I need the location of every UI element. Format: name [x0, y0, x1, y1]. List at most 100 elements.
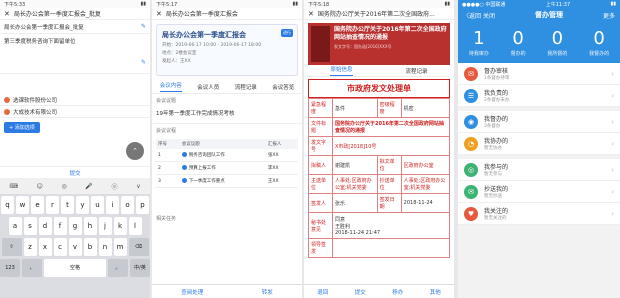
key[interactable]: r — [46, 196, 59, 214]
key[interactable]: d — [38, 217, 52, 235]
table-row: 拟稿人 谢建凯 拟文单位 区政府办公室 — [308, 155, 451, 175]
menu-item[interactable]: ♥ 我关注的 暂无关注的 › — [458, 203, 620, 225]
table-row[interactable]: 3 下一季度工作重点 王XX — [156, 174, 298, 188]
more-button[interactable]: 其他 — [430, 288, 441, 296]
tab-records[interactable]: 流程记录 — [235, 83, 257, 91]
menu-sub: 暂无参与 — [484, 172, 502, 177]
stat-item[interactable]: 0 我所督的 — [547, 28, 567, 57]
field-label: 秘书处意见 — [308, 212, 333, 239]
stat-item[interactable]: 1 待我审办 — [469, 28, 489, 57]
table-row: 紧急程度 急件 密级程度 机密 — [308, 98, 451, 118]
key[interactable]: p — [136, 196, 149, 214]
collapse-icon[interactable]: ⌃ — [126, 142, 144, 160]
chevron-right-icon: › — [611, 165, 614, 174]
key[interactable]: s — [23, 217, 37, 235]
key[interactable]: 123 — [0, 259, 20, 277]
more-button[interactable]: 更多 — [603, 11, 615, 20]
menu-item[interactable]: ✉ 督办审核 1条督办待审 › — [458, 63, 620, 85]
key[interactable]: z — [23, 238, 37, 256]
menu-item[interactable]: ◉ 我督办的 3条督办 › — [458, 111, 620, 133]
key[interactable]: c — [53, 238, 67, 256]
content-input[interactable]: 第三季度税务咨询下面留单位 ✎ — [0, 34, 150, 74]
add-option-button[interactable]: + 添加选项 — [4, 122, 40, 133]
close-icon[interactable]: ✕ — [4, 10, 10, 18]
tab-original[interactable]: 原始信息 — [330, 65, 353, 76]
view-button[interactable]: 查阅处理 — [181, 288, 203, 296]
stat-item[interactable]: 0 我督办的 — [589, 28, 609, 57]
key[interactable]: n — [98, 238, 112, 256]
key[interactable]: g — [68, 217, 82, 235]
menu-label: 抄送我的 — [484, 186, 509, 193]
edit-icon[interactable]: ✎ — [141, 59, 146, 66]
org-icon — [4, 108, 10, 115]
key[interactable]: e — [31, 196, 44, 214]
table-row[interactable]: 1 税务咨询团队工作 张XX — [156, 149, 298, 162]
status-bar: 下午5:17 ▮▮ — [152, 0, 302, 8]
field-value: 谢建凯 — [332, 155, 378, 175]
key[interactable]: f — [53, 217, 67, 235]
chevron-right-icon: › — [611, 69, 614, 78]
keyboard-icon[interactable]: ⌨ — [9, 183, 18, 190]
table-row: 秘书处意见 同意 王胜利 2018-11-24 21:47 — [308, 212, 450, 239]
menu-item[interactable]: ☰ 我负责的 2条督办未办 › — [458, 85, 620, 107]
edit-icon[interactable]: ✎ — [141, 23, 146, 30]
mic-icon[interactable]: 🎤 — [85, 183, 92, 190]
key[interactable]: o — [121, 196, 134, 214]
key[interactable]: 。 — [108, 259, 128, 277]
emoji-icon[interactable]: ☺ — [37, 183, 43, 190]
key[interactable]: q — [1, 196, 14, 214]
key[interactable]: k — [113, 217, 127, 235]
key[interactable]: 中/英 — [130, 259, 150, 277]
key[interactable]: 空格 — [44, 259, 106, 277]
nav-title: 局长办公会第一季度汇报会 — [165, 11, 238, 18]
key[interactable]: ⌫ — [128, 238, 149, 256]
field-label: 密级程度 — [376, 98, 402, 118]
title-input[interactable]: 局长办公会第一季度汇报会_批复 ✎ — [0, 20, 150, 34]
stat-item[interactable]: 0 督办的 — [511, 28, 526, 57]
key[interactable]: a — [8, 217, 22, 235]
key[interactable]: v — [68, 238, 82, 256]
tab-content[interactable]: 会议内容 — [159, 81, 182, 92]
settings-icon[interactable]: ⓔ — [112, 182, 118, 191]
key[interactable]: l — [128, 217, 142, 235]
menu-item[interactable]: ◔ 我协办的 暂无协办 › — [458, 133, 620, 155]
banner-meta: 发文字号：国办函[2016]XXX号 — [333, 44, 392, 49]
menu-item[interactable]: ◎ 我参与的 暂无参与 › — [458, 159, 620, 181]
key[interactable]: b — [83, 238, 97, 256]
menu-list: ✉ 督办审核 1条督办待审 › ☰ 我负责的 2条督办未办 › ◉ 我督办的 3条督办 › ◔ 我协办的暂… — [458, 63, 620, 225]
table-row[interactable]: 2 预算上报工作 李XX — [156, 161, 298, 175]
key[interactable]: m — [113, 238, 127, 256]
stat-label: 我所督的 — [547, 51, 568, 57]
field-label: 签发日期 — [376, 193, 402, 213]
tab-preview[interactable]: 会议答览 — [272, 83, 294, 91]
key[interactable]: u — [91, 196, 104, 214]
forward-button[interactable]: 转发 — [262, 288, 273, 296]
meeting-card[interactable]: 局长办公会第一季度汇报会 开始：2019-06-17 10:00 - 2019-… — [156, 24, 298, 76]
tab-members[interactable]: 会议人员 — [197, 83, 219, 91]
key[interactable]: w — [16, 196, 29, 214]
key[interactable]: ， — [22, 259, 42, 277]
menu-item[interactable]: ✉ 抄送我的 暂无抄送 › — [458, 181, 620, 203]
tab-records[interactable]: 流程记录 — [405, 67, 427, 75]
return-button[interactable]: 退回 — [317, 288, 328, 296]
org-item[interactable]: 大成技术有限公司 — [0, 106, 150, 118]
submit-button[interactable]: 提交 — [355, 288, 366, 296]
key[interactable]: ⇧ — [1, 238, 22, 256]
org-item[interactable]: 选课软件股份公司 — [0, 94, 150, 106]
key[interactable]: t — [61, 196, 74, 214]
key[interactable]: x — [38, 238, 52, 256]
menu-text: 督办审核 1条督办待审 — [484, 66, 611, 81]
menu-label: 我参与的 — [484, 164, 509, 171]
footer-bar: 退回 提交 移办 其他 — [304, 284, 454, 298]
key[interactable]: i — [106, 196, 119, 214]
key[interactable]: j — [98, 217, 112, 235]
close-icon[interactable]: ✕ — [308, 10, 314, 18]
transfer-button[interactable]: 移办 — [392, 288, 403, 296]
key[interactable]: h — [83, 217, 97, 235]
close-icon[interactable]: ✕ — [156, 10, 162, 18]
close-button[interactable]: 关闭 — [483, 13, 495, 20]
key[interactable]: y — [76, 196, 89, 214]
hide-keyboard-icon[interactable]: ∨ — [136, 183, 140, 190]
back-button[interactable]: 〈返回 — [463, 13, 481, 20]
voice-icon[interactable]: ◎ — [62, 183, 67, 190]
